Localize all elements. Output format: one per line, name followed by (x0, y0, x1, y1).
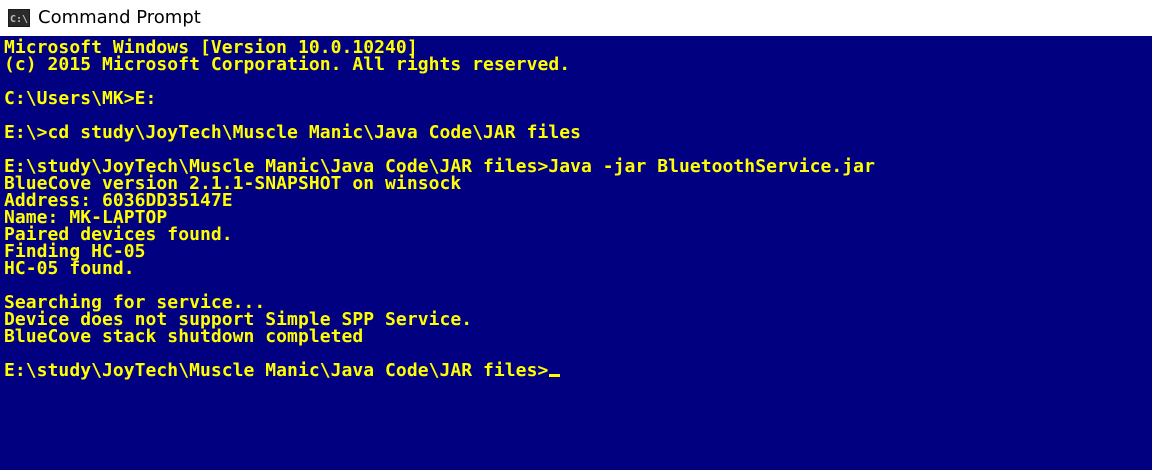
window-title: Command Prompt (38, 7, 201, 28)
console-icon: C:\ (8, 9, 30, 27)
command-prompt-window: C:\ Command Prompt Microsoft Windows [Ve… (0, 0, 1152, 470)
console-output[interactable]: Microsoft Windows [Version 10.0.10240] (c… (0, 36, 1152, 470)
console-line: (c) 2015 Microsoft Corporation. All righ… (4, 54, 571, 75)
title-bar[interactable]: C:\ Command Prompt (0, 0, 1152, 36)
console-line: Paired devices found. (4, 224, 233, 245)
console-line: Address: 6036DD35147E (4, 190, 233, 211)
console-line: C:\Users\MK>E: (4, 88, 157, 109)
console-line: Finding HC-05 (4, 241, 146, 262)
console-line: HC-05 found. (4, 258, 135, 279)
console-line: E:\>cd study\JoyTech\Muscle Manic\Java C… (4, 122, 582, 143)
text-cursor (549, 374, 561, 377)
svg-text:C:\: C:\ (10, 14, 28, 25)
console-prompt-line: E:\study\JoyTech\Muscle Manic\Java Code\… (4, 362, 1152, 380)
console-lines: Microsoft Windows [Version 10.0.10240] (c… (0, 36, 1152, 380)
console-line: BlueCove stack shutdown completed (4, 326, 364, 347)
